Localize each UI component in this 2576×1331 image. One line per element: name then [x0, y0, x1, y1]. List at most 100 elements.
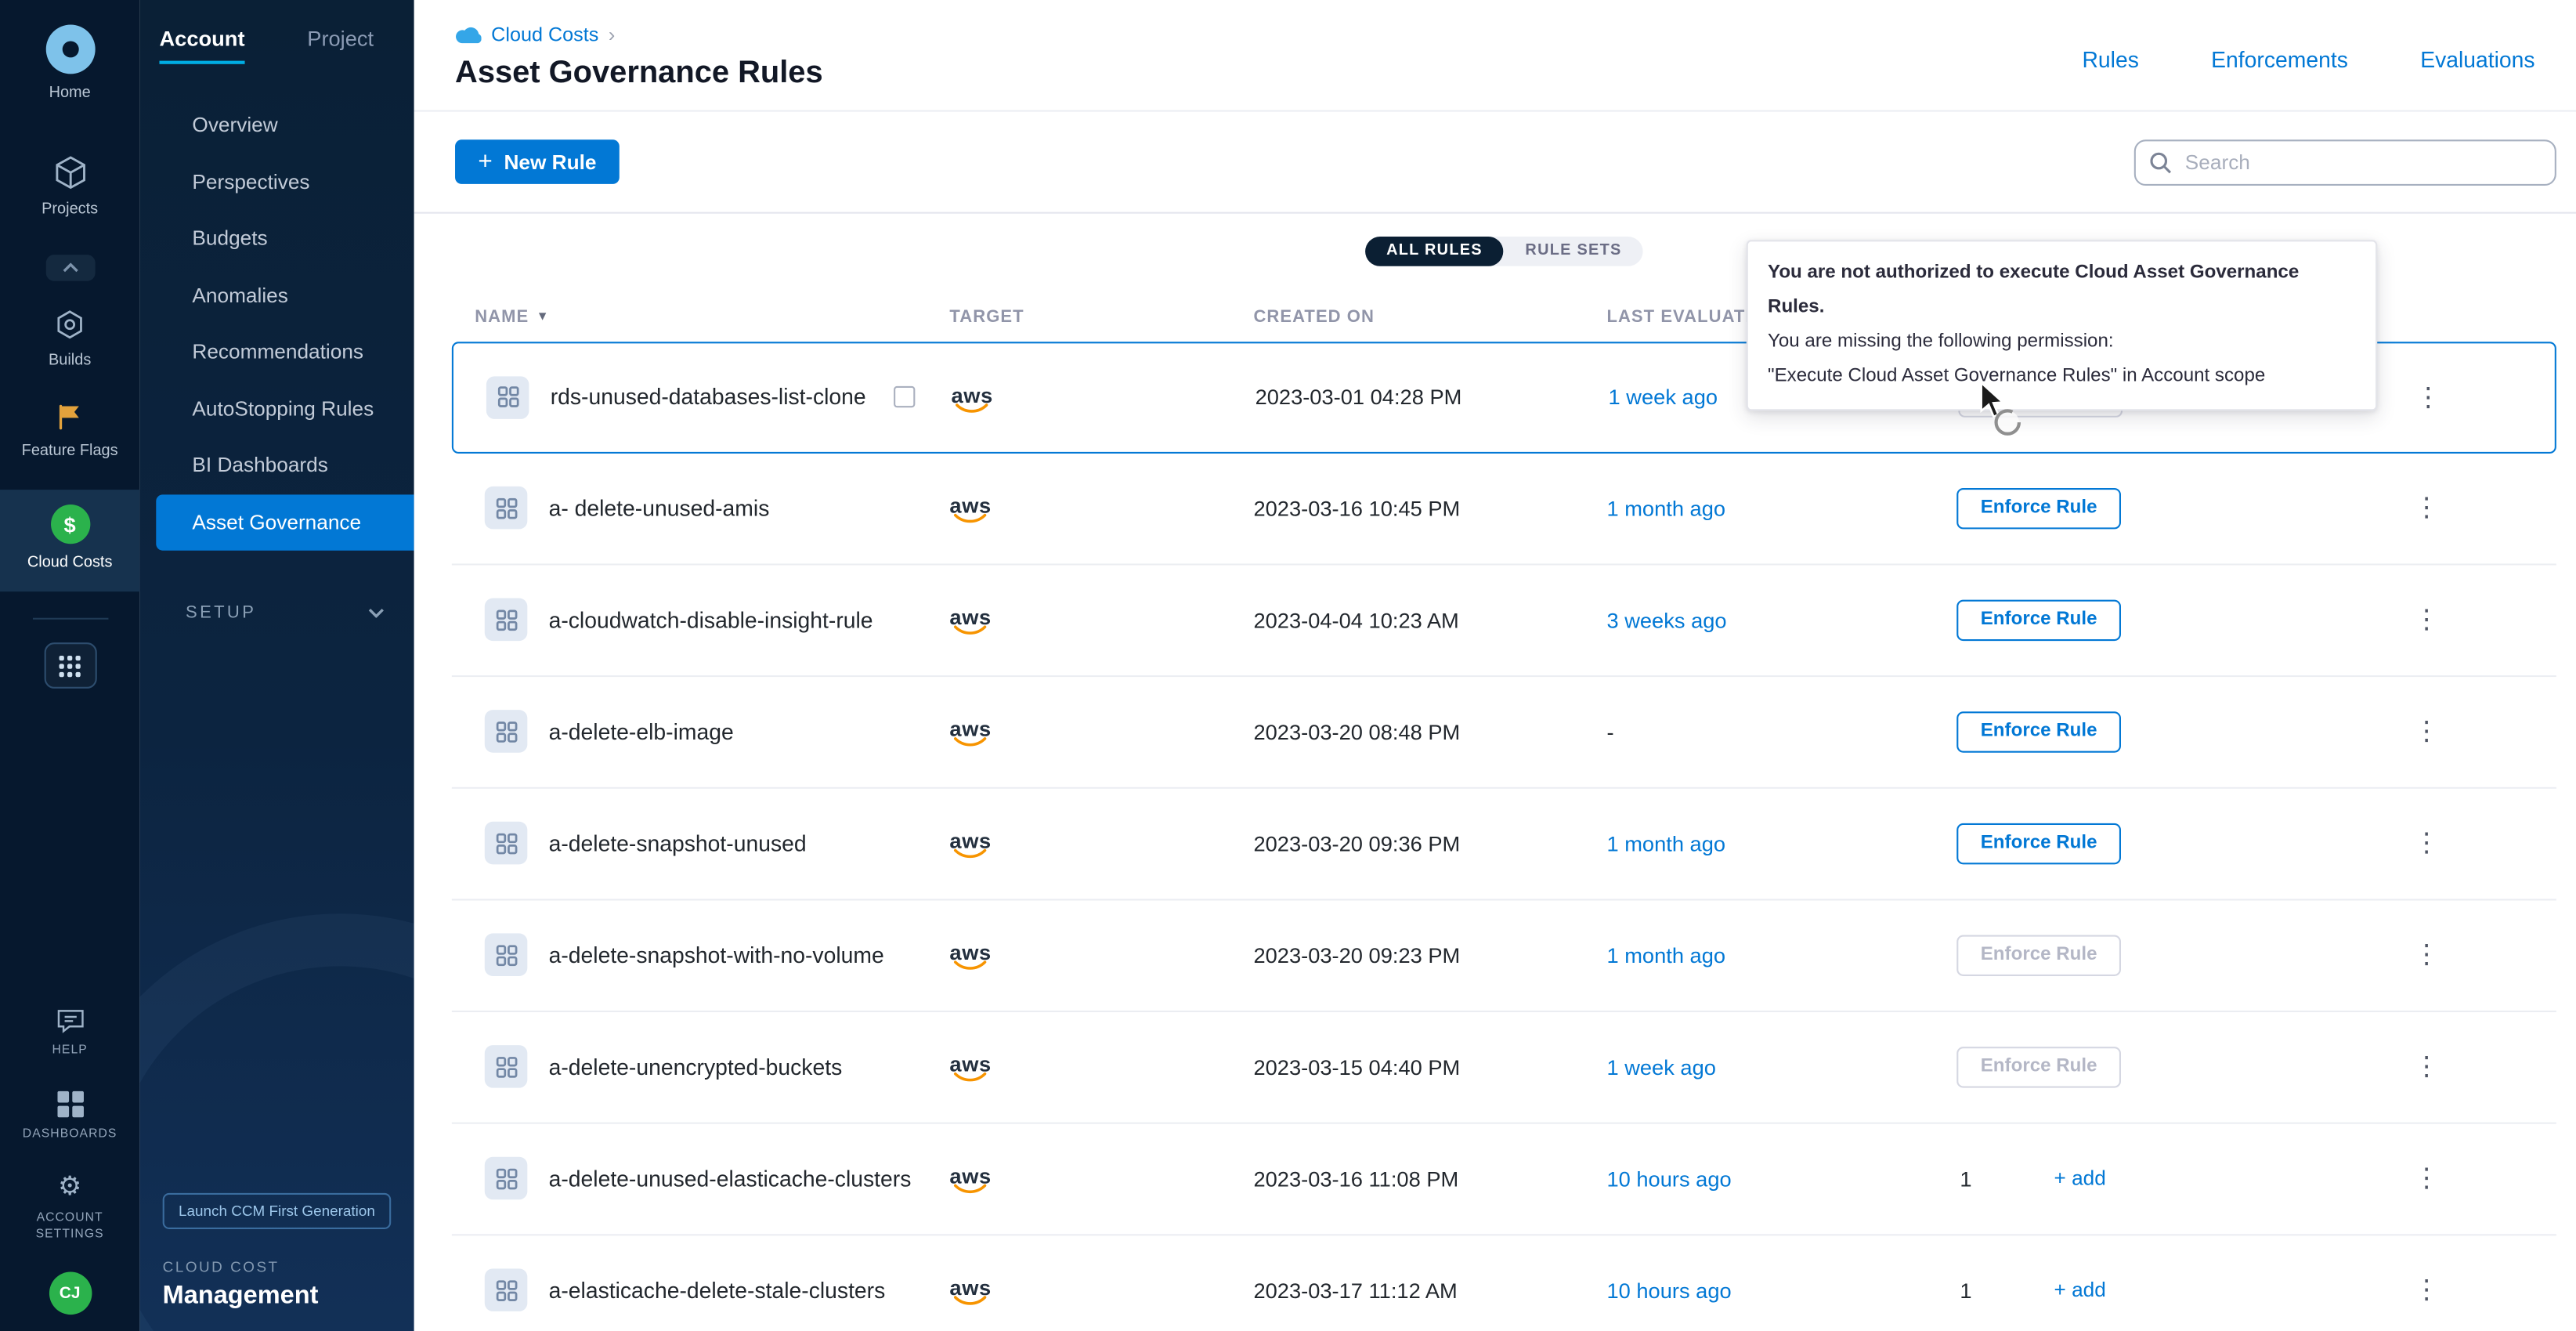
breadcrumb-cloud-costs-link[interactable]: Cloud Costs — [491, 23, 598, 45]
dashboards-label: DASHBOARDS — [11, 1125, 129, 1141]
enforce-rule-button[interactable]: Enforce Rule — [1956, 1046, 2121, 1087]
aws-logo: aws — [949, 1277, 991, 1307]
enforce-rule-button[interactable]: Enforce Rule — [1956, 711, 2121, 751]
sidebar-item-account-settings[interactable]: ⚙ ACCOUNT SETTINGS — [0, 1174, 139, 1242]
help-chat-icon — [55, 1007, 85, 1033]
new-rule-button[interactable]: + New Rule — [455, 139, 620, 184]
created-on: 2023-03-01 04:28 PM — [1255, 385, 1609, 409]
sidebar-module-feature-flags[interactable]: Feature Flags — [0, 402, 139, 464]
sidebar-item-anomalies[interactable]: Anomalies — [139, 267, 414, 324]
harness-logo-icon — [45, 24, 95, 74]
action-cell: Enforce Rule — [1916, 823, 2401, 863]
enforce-rule-button[interactable]: Enforce Rule — [1956, 599, 2121, 640]
breadcrumb: Cloud Costs › — [455, 23, 615, 45]
sidebar-item-dashboards[interactable]: DASHBOARDS — [0, 1090, 139, 1141]
row-menu-button[interactable]: ⋮ — [2401, 1162, 2453, 1195]
header-link-evaluations[interactable]: Evaluations — [2420, 48, 2534, 72]
rule-name-cell: a-elasticache-delete-stale-clusters — [452, 1268, 950, 1311]
aws-logo: aws — [949, 494, 991, 524]
table-row[interactable]: a-delete-snapshot-with-no-volumeaws2023-… — [452, 899, 2556, 1011]
sidebar-item-autostopping-rules[interactable]: AutoStopping Rules — [139, 381, 414, 437]
last-evaluation[interactable]: 1 month ago — [1606, 495, 1915, 519]
row-menu-button[interactable]: ⋮ — [2401, 1274, 2453, 1307]
last-evaluation[interactable]: 1 month ago — [1606, 830, 1915, 855]
row-menu-button[interactable]: ⋮ — [2401, 603, 2453, 636]
last-evaluation[interactable]: 1 week ago — [1606, 1054, 1915, 1079]
table-row[interactable]: a- delete-unused-amisaws2023-03-16 10:45… — [452, 453, 2556, 565]
table-row[interactable]: a-delete-snapshot-unusedaws2023-03-20 09… — [452, 788, 2556, 900]
created-on: 2023-03-16 10:45 PM — [1253, 495, 1606, 519]
view-toggle: ALL RULESRULE SETS — [1365, 237, 1643, 266]
sidebar-item-help[interactable]: HELP — [0, 1007, 139, 1058]
cloud-icon — [455, 26, 482, 44]
row-menu-button[interactable]: ⋮ — [2401, 491, 2453, 524]
aws-logo: aws — [949, 606, 991, 636]
rule-icon — [485, 1045, 528, 1088]
menu-cell: ⋮ — [2401, 826, 2556, 859]
row-menu-button[interactable]: ⋮ — [2401, 826, 2453, 859]
add-enforcement-link[interactable]: + add — [2054, 1279, 2105, 1301]
collapse-modules-button[interactable] — [45, 254, 95, 280]
last-evaluation[interactable]: 1 month ago — [1606, 942, 1915, 967]
rule-name-cell: a-delete-elb-image — [452, 710, 950, 753]
toggle-all-rules[interactable]: ALL RULES — [1365, 237, 1504, 266]
created-on: 2023-03-17 11:12 AM — [1253, 1278, 1606, 1302]
target-cell: aws — [952, 381, 1255, 414]
table-row[interactable]: a-delete-unused-elasticache-clustersaws2… — [452, 1123, 2556, 1235]
last-evaluation[interactable]: 10 hours ago — [1606, 1278, 1915, 1302]
enforce-rule-button[interactable]: Enforce Rule — [1956, 823, 2121, 863]
builds-icon — [52, 306, 87, 341]
menu-cell: ⋮ — [2401, 491, 2556, 524]
table-row[interactable]: a-delete-unencrypted-bucketsaws2023-03-1… — [452, 1011, 2556, 1123]
last-evaluation[interactable]: 10 hours ago — [1606, 1166, 1915, 1190]
search-input[interactable] — [2134, 139, 2556, 185]
target-cell: aws — [949, 491, 1253, 524]
copy-icon[interactable] — [894, 386, 915, 407]
projects-cube-icon — [52, 154, 88, 190]
aws-logo: aws — [952, 384, 993, 414]
sidebar-item-overview[interactable]: Overview — [139, 97, 414, 154]
header-link-rules[interactable]: Rules — [2082, 48, 2138, 72]
sidebar-item-budgets[interactable]: Budgets — [139, 210, 414, 266]
sidebar-item-asset-governance[interactable]: Asset Governance — [156, 494, 414, 550]
module-label-cloud-costs: Cloud Costs — [27, 554, 113, 575]
column-header-name[interactable]: NAME ▾ — [452, 306, 950, 326]
rule-icon — [485, 710, 528, 753]
table-row[interactable]: a-delete-elb-imageaws2023-03-20 08:48 PM… — [452, 676, 2556, 788]
setup-section-toggle[interactable]: SETUP — [139, 603, 414, 623]
enforce-rule-button[interactable]: Enforce Rule — [1956, 934, 2121, 975]
chevron-down-icon — [368, 608, 385, 618]
menu-cell: ⋮ — [2401, 1050, 2556, 1083]
action-cell: Enforce Rule — [1916, 487, 2401, 528]
row-menu-button[interactable]: ⋮ — [2402, 381, 2455, 414]
tooltip-line: You are not authorized to execute Cloud … — [1768, 256, 2356, 325]
tab-project[interactable]: Project — [307, 27, 374, 61]
last-evaluation[interactable]: 3 weeks ago — [1606, 607, 1915, 631]
row-menu-button[interactable]: ⋮ — [2401, 1050, 2453, 1083]
table-row[interactable]: a-elasticache-delete-stale-clustersaws 20… — [452, 1235, 2556, 1331]
tab-account[interactable]: Account — [159, 27, 244, 64]
module-picker-button[interactable] — [44, 642, 96, 689]
table-row[interactable]: a-cloudwatch-disable-insight-ruleaws2023… — [452, 565, 2556, 677]
enforce-rule-button[interactable]: Enforce Rule — [1956, 487, 2121, 528]
user-avatar[interactable]: CJ — [49, 1272, 92, 1315]
sidebar-module-projects[interactable]: Projects — [0, 154, 139, 222]
row-menu-button[interactable]: ⋮ — [2401, 714, 2453, 747]
sidebar-item-perspectives[interactable]: Perspectives — [139, 154, 414, 210]
panel-footer: Launch CCM First Generation CLOUD COST M… — [139, 1193, 414, 1331]
add-enforcement-link[interactable]: + add — [2054, 1166, 2105, 1189]
toggle-rule-sets[interactable]: RULE SETS — [1504, 237, 1643, 266]
launch-ccm-first-gen-button[interactable]: Launch CCM First Generation — [163, 1193, 392, 1229]
target-cell: aws — [949, 939, 1253, 971]
sidebar-item-recommendations[interactable]: Recommendations — [139, 324, 414, 380]
menu-cell: ⋮ — [2401, 939, 2556, 971]
sidebar-module-home[interactable]: Home — [0, 24, 139, 104]
target-cell: aws — [949, 714, 1253, 747]
header-link-enforcements[interactable]: Enforcements — [2211, 48, 2348, 72]
sidebar-module-builds[interactable]: Builds — [0, 306, 139, 372]
row-menu-button[interactable]: ⋮ — [2401, 939, 2453, 971]
search-box — [2134, 139, 2556, 185]
sidebar-module-cloud-costs[interactable]: $ Cloud Costs — [0, 490, 139, 592]
sidebar-item-bi-dashboards[interactable]: BI Dashboards — [139, 437, 414, 494]
rule-icon — [485, 822, 528, 865]
